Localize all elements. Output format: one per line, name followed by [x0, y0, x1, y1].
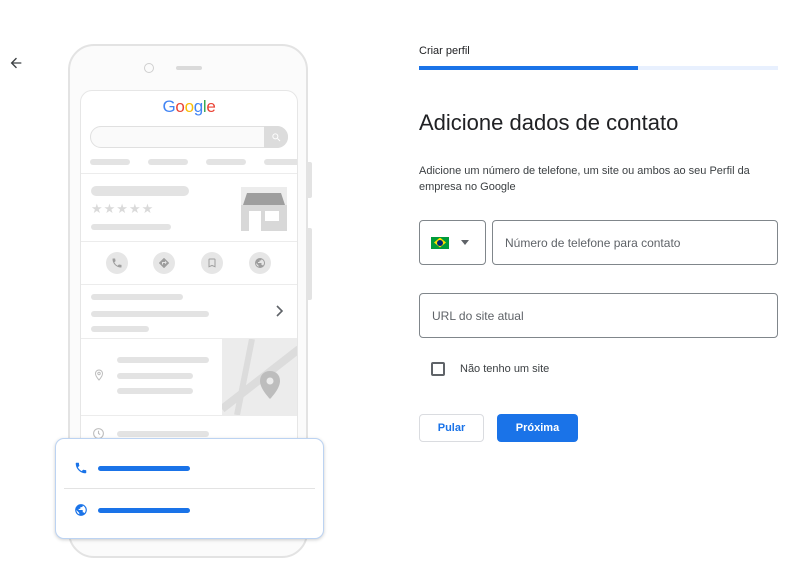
storefront-icon	[241, 187, 287, 231]
placeholder-bar	[91, 311, 209, 317]
progress-bar-fill	[419, 66, 638, 70]
directions-icon	[153, 252, 175, 274]
placeholder-bar	[117, 357, 209, 363]
placeholder-bar	[117, 431, 209, 437]
no-website-checkbox[interactable]	[431, 362, 445, 376]
divider	[81, 173, 297, 174]
call-icon	[106, 252, 128, 274]
phone-icon	[75, 462, 87, 474]
country-code-select[interactable]	[419, 220, 486, 265]
progress-bar	[419, 66, 778, 70]
chevron-right-icon	[276, 305, 284, 317]
back-button[interactable]	[6, 53, 26, 73]
placeholder-bar	[148, 159, 188, 165]
card-website-line	[98, 507, 190, 513]
placeholder-bar	[117, 373, 193, 379]
placeholder-bar	[206, 159, 246, 165]
google-logo: Google	[162, 97, 216, 116]
search-icon	[264, 126, 288, 148]
divider	[81, 415, 297, 416]
card-phone-line	[98, 465, 190, 471]
brazil-flag-icon	[431, 236, 449, 249]
phone-number-input[interactable]	[492, 220, 778, 265]
arrow-back-icon	[10, 57, 22, 69]
placeholder-bar	[91, 294, 183, 300]
card-website-row	[56, 490, 323, 530]
location-pin-icon	[94, 369, 104, 381]
contact-card	[55, 438, 324, 539]
website-url-input[interactable]	[419, 293, 778, 338]
phone-camera	[144, 63, 154, 73]
divider	[81, 241, 297, 242]
illustration-search-bar	[90, 126, 288, 148]
website-icon	[249, 252, 271, 274]
placeholder-bar	[117, 388, 193, 394]
globe-icon	[75, 504, 87, 516]
page-title: Adicione dados de contato	[419, 110, 679, 135]
divider	[81, 284, 297, 285]
divider	[64, 488, 315, 489]
phone-speaker	[176, 66, 202, 70]
placeholder-bar	[91, 224, 171, 230]
next-button[interactable]: Próxima	[497, 414, 578, 442]
phone-side-button	[308, 162, 312, 198]
placeholder-bar	[90, 159, 130, 165]
no-website-label: Não tenho um site	[460, 363, 550, 375]
step-title: Criar perfil	[419, 45, 470, 57]
placeholder-bar	[91, 326, 149, 332]
bookmark-icon	[201, 252, 223, 274]
placeholder-bar	[91, 186, 189, 196]
placeholder-bar	[264, 159, 297, 165]
map-thumbnail	[222, 339, 297, 415]
card-phone-row	[56, 448, 323, 488]
rating-stars: ★★★★★	[91, 201, 155, 216]
dropdown-arrow-icon	[461, 240, 469, 245]
skip-button[interactable]: Pular	[419, 414, 484, 442]
phone-side-button	[308, 228, 312, 300]
page-description: Adicione um número de telefone, um site …	[419, 165, 750, 193]
